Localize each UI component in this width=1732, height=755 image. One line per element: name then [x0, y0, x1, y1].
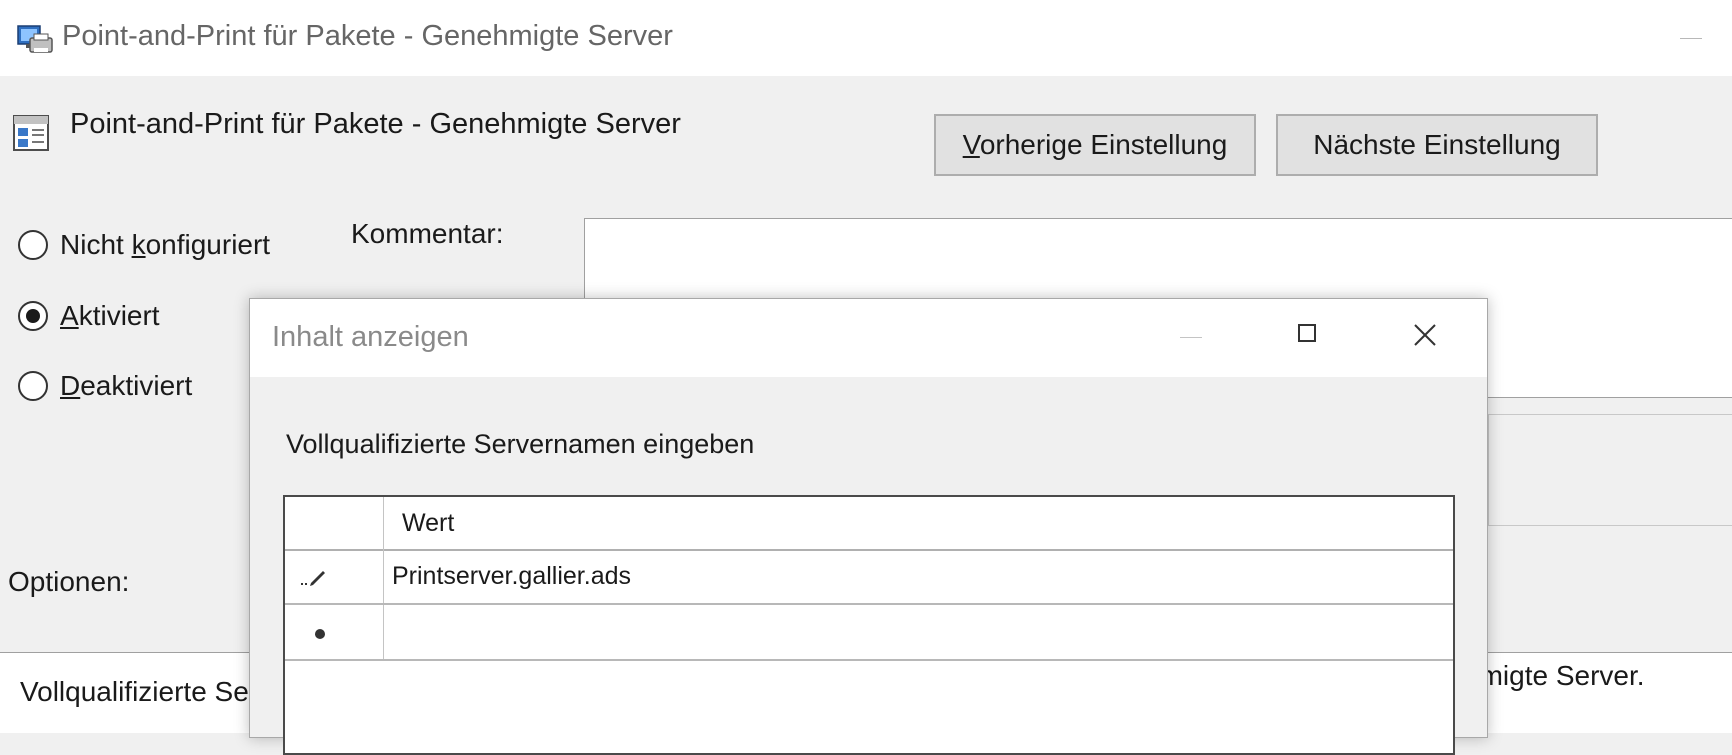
radio-not-configured-circle[interactable] — [18, 230, 48, 260]
values-grid: Wert Printserver.gallier.ads — [283, 495, 1455, 755]
dialog-title: Inhalt anzeigen — [272, 321, 469, 353]
next-setting-button[interactable]: Nächste Einstellung — [1276, 114, 1598, 176]
column-header-wert[interactable]: Wert — [384, 497, 1453, 549]
dialog-minimize-button[interactable] — [1162, 307, 1222, 367]
new-row-icon — [315, 629, 325, 639]
dialog-close-button[interactable] — [1395, 307, 1455, 367]
options-label: Optionen: — [8, 566, 130, 597]
previous-setting-button[interactable]: Vorherige Einstellung — [934, 114, 1256, 176]
close-icon — [1414, 324, 1436, 346]
value-cell[interactable] — [384, 605, 1453, 659]
policy-title: Point-and-Print für Pakete - Genehmigte … — [70, 108, 681, 140]
table-row-new[interactable] — [285, 605, 1453, 661]
options-description-text: Vollqualifizierte Se — [20, 676, 249, 707]
supported-on-panel — [1488, 414, 1732, 526]
row-header-cell[interactable] — [285, 549, 384, 603]
edit-pencil-icon — [301, 571, 325, 586]
window-title: Point-and-Print für Pakete - Genehmigte … — [62, 20, 673, 52]
radio-enabled-label: Aktiviert — [60, 300, 160, 331]
radio-not-configured[interactable]: Nicht konfiguriert — [18, 225, 270, 265]
dialog-instruction: Vollqualifizierte Servernamen eingeben — [286, 429, 755, 459]
policy-settings-icon — [12, 112, 50, 152]
previous-setting-access-key: V — [962, 129, 980, 160]
radio-disabled[interactable]: Deaktiviert — [18, 366, 192, 406]
value-cell[interactable]: Printserver.gallier.ads — [384, 549, 1453, 603]
comment-label: Kommentar: — [351, 218, 504, 249]
radio-disabled-label: Deaktiviert — [60, 370, 193, 401]
dialog-titlebar: Inhalt anzeigen — [250, 299, 1487, 377]
radio-enabled[interactable]: Aktiviert — [18, 296, 160, 336]
grid-header-row: Wert — [285, 497, 1453, 551]
printer-network-icon — [16, 22, 54, 56]
previous-setting-label: orherige Einstellung — [979, 129, 1228, 160]
minimize-button[interactable] — [1670, 14, 1714, 58]
radio-not-configured-label: Nicht konfiguriert — [60, 229, 271, 260]
show-contents-dialog: Inhalt anzeigen Vollqualifizierte Server… — [249, 298, 1488, 755]
row-header-cell[interactable] — [285, 605, 384, 659]
dialog-maximize-button[interactable] — [1278, 307, 1338, 367]
radio-enabled-circle[interactable] — [18, 301, 48, 331]
radio-disabled-circle[interactable] — [18, 371, 48, 401]
table-row[interactable]: Printserver.gallier.ads — [285, 549, 1453, 605]
help-description-text: hmigte Server. — [1464, 660, 1645, 691]
row-header-corner — [285, 497, 384, 549]
